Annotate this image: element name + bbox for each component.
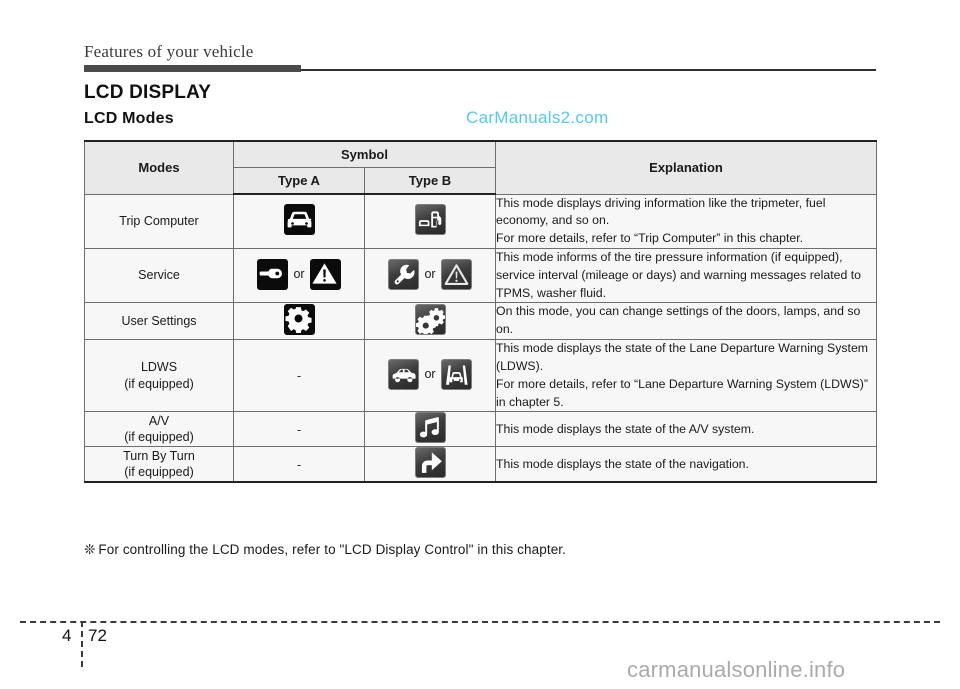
mode-name-cell: A/V (if equipped): [84, 411, 234, 448]
symbol-group: [283, 304, 315, 336]
car-side-icon: [388, 358, 420, 390]
mode-name-cell: Turn By Turn (if equipped): [84, 446, 234, 484]
car-front-icon: [283, 204, 315, 236]
table-row: User Settings On this mode, you can chang…: [84, 302, 877, 341]
mode-label: A/V: [148, 413, 170, 428]
mode-name-cell: User Settings: [84, 302, 234, 341]
gear-icon: [283, 304, 315, 336]
table-row: LDWS (if equipped) - or This mode displays t…: [84, 339, 877, 413]
mode-note: (if equipped): [124, 376, 194, 391]
symbol-cell-type-b: [364, 411, 496, 448]
symbol-group: or: [257, 258, 341, 290]
lcd-modes-table: Modes Symbol Explanation Type A Type B T…: [84, 140, 877, 484]
symbol-cell-type-b: [364, 302, 496, 341]
table-row: A/V (if equipped) - This mode displays the …: [84, 411, 877, 448]
page-footer-divider: [20, 621, 940, 623]
or-label: or: [424, 267, 436, 282]
warning-triangle-icon: [309, 258, 341, 290]
table-header-row-1: Modes Symbol Explanation: [84, 140, 877, 195]
header-symbol: Symbol: [233, 140, 496, 168]
chapter-header: Features of your vehicle: [84, 42, 876, 72]
symbol-cell-type-b: [364, 193, 496, 249]
mode-name-cell: Service: [84, 247, 234, 304]
section-heading: LCD DISPLAY: [84, 82, 212, 103]
symbol-cell-type-a: [233, 302, 365, 341]
wrench-horizontal-icon: [257, 258, 289, 290]
fuel-pump-icon: [414, 204, 446, 236]
mode-label: Turn By Turn: [123, 448, 195, 463]
or-label: or: [293, 267, 305, 282]
footnote-text: For controlling the LCD modes, refer to …: [98, 542, 566, 557]
music-note-icon: [414, 412, 446, 444]
asterisk-flower-icon: ❊: [84, 542, 96, 557]
symbol-group: or: [388, 358, 472, 390]
chapter-header-rule: [84, 65, 876, 72]
symbol-cell-type-a: or: [233, 247, 365, 304]
symbol-group: [414, 447, 446, 479]
header-modes: Modes: [84, 140, 234, 195]
symbol-cell-type-b: [364, 446, 496, 484]
watermark-top: CarManuals2.com: [466, 108, 609, 127]
header-type-b: Type B: [364, 167, 496, 195]
symbol-cell-type-a: -: [233, 339, 365, 413]
symbol-group: or: [388, 258, 472, 290]
empty-symbol-dash: -: [296, 456, 302, 472]
mode-label: Service: [138, 268, 180, 283]
header-type-a: Type A: [233, 167, 365, 195]
wrench-vertical-icon: [388, 258, 420, 290]
symbol-group: [414, 412, 446, 444]
chapter-title: Features of your vehicle: [84, 42, 254, 61]
symbol-cell-type-a: -: [233, 446, 365, 484]
chapter-rule-thick: [84, 65, 301, 72]
empty-symbol-dash: -: [296, 368, 302, 384]
symbol-group: [414, 204, 446, 236]
symbol-group: [283, 204, 315, 236]
double-gear-icon: [414, 304, 446, 336]
symbol-cell-type-a: [233, 193, 365, 249]
footnote: ❊ For controlling the LCD modes, refer to…: [84, 542, 566, 558]
mode-note: (if equipped): [124, 465, 194, 480]
mode-label: User Settings: [121, 313, 197, 328]
empty-symbol-dash: -: [296, 421, 302, 437]
or-label: or: [424, 367, 436, 382]
mode-label: Trip Computer: [119, 213, 199, 228]
mode-name-cell: Trip Computer: [84, 193, 234, 249]
page-number: 72: [88, 626, 107, 645]
explanation-cell: This mode informs of the tire pressure i…: [495, 247, 877, 304]
lane-departure-icon: [440, 358, 472, 390]
mode-label: LDWS: [140, 359, 178, 374]
mode-note: (if equipped): [124, 430, 194, 445]
explanation-cell: This mode displays the state of the Lane…: [495, 339, 877, 413]
mode-name-cell: LDWS (if equipped): [84, 339, 234, 413]
explanation-cell: On this mode, you can change settings of…: [495, 302, 877, 341]
subsection-heading: LCD Modes: [84, 110, 174, 127]
page-footer-tick: [81, 621, 83, 667]
symbol-cell-type-b: or: [364, 247, 496, 304]
symbol-group: [414, 304, 446, 336]
explanation-cell: This mode displays the state of the navi…: [495, 446, 877, 484]
header-explanation: Explanation: [495, 140, 877, 195]
symbol-cell-type-a: -: [233, 411, 365, 448]
symbol-cell-type-b: or: [364, 339, 496, 413]
warning-triangle-outline-icon: [440, 258, 472, 290]
table-row: Turn By Turn (if equipped) - This mode disp…: [84, 446, 877, 484]
watermark-bottom: carmanualsonline.info: [627, 657, 846, 682]
chapter-number: 4: [62, 626, 72, 645]
explanation-cell: This mode displays the state of the A/V …: [495, 411, 877, 448]
table-row: Service or or This mode informs of the tire…: [84, 247, 877, 304]
turn-right-arrow-icon: [414, 447, 446, 479]
table-body: Trip Computer This mode displays driving …: [84, 193, 877, 484]
explanation-cell: This mode displays driving information l…: [495, 193, 877, 249]
table-row: Trip Computer This mode displays driving …: [84, 193, 877, 249]
